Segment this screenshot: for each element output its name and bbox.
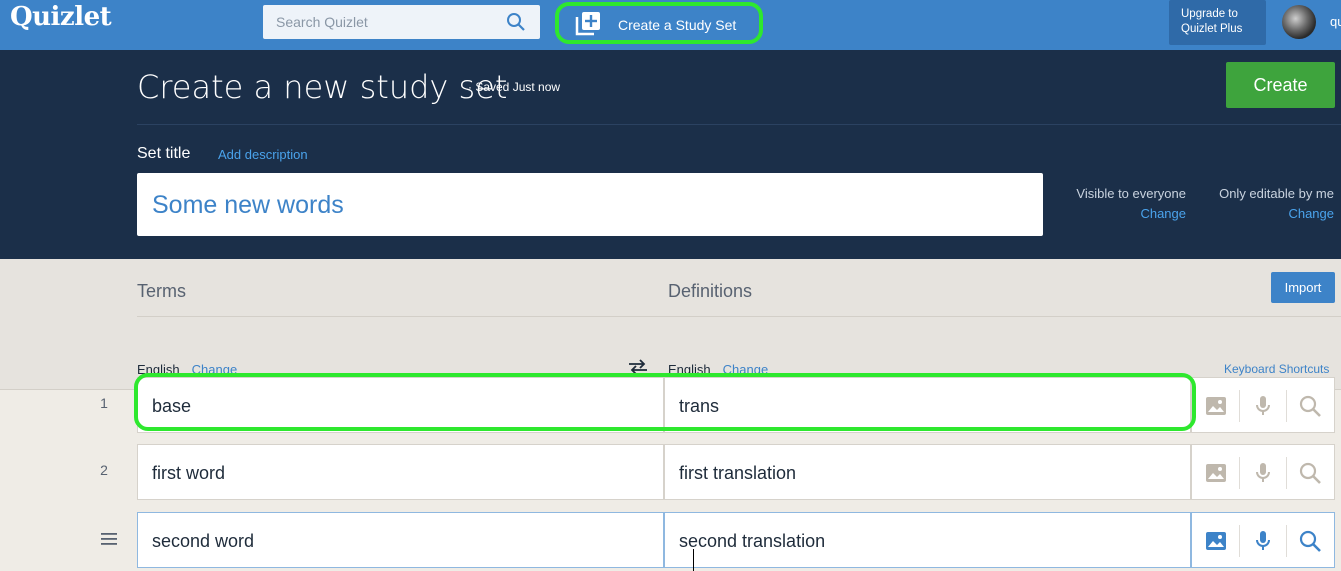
keyboard-shortcuts-link[interactable]: Keyboard Shortcuts <box>1224 362 1329 376</box>
image-icon[interactable] <box>1204 394 1228 418</box>
term-value: second word <box>152 531 255 551</box>
create-study-set-label: Create a Study Set <box>618 17 737 33</box>
search-icon[interactable] <box>1298 394 1322 418</box>
page-title: Create a new study set <box>137 68 508 106</box>
card-tools <box>1191 377 1335 433</box>
editability-setting: Only editable by me Change <box>1219 186 1334 221</box>
divider <box>1286 390 1287 422</box>
top-navigation-bar: Quizlet Search Quizlet Create a Study Se… <box>0 0 1341 50</box>
divider <box>1239 390 1240 422</box>
divider <box>137 316 1341 317</box>
upgrade-line-1: Upgrade to <box>1181 8 1238 20</box>
card-row: 2 first word first translation <box>0 444 1341 500</box>
add-description-link[interactable]: Add description <box>218 147 308 162</box>
search-icon[interactable] <box>1298 461 1322 485</box>
username[interactable]: qu <box>1330 14 1341 29</box>
quizlet-logo[interactable]: Quizlet <box>10 2 112 32</box>
visibility-change-link[interactable]: Change <box>1076 206 1186 221</box>
definitions-header: Definitions <box>668 281 753 301</box>
search-icon[interactable] <box>506 12 526 37</box>
visibility-setting: Visible to everyone Change <box>1076 186 1186 221</box>
image-icon[interactable] <box>1204 529 1228 553</box>
highlight-annotation <box>134 373 1196 431</box>
search-icon[interactable] <box>1298 529 1322 553</box>
divider <box>1286 457 1287 489</box>
avatar[interactable] <box>1282 5 1316 39</box>
card-number: 1 <box>100 395 108 411</box>
editability-change-link[interactable]: Change <box>1219 206 1334 221</box>
set-title-input[interactable]: Some new words <box>137 173 1043 236</box>
term-value: first word <box>152 463 226 483</box>
upgrade-button[interactable]: Upgrade to Quizlet Plus <box>1169 0 1266 45</box>
term-input[interactable]: first word <box>137 444 664 500</box>
term-input[interactable]: second word <box>137 512 664 568</box>
upgrade-line-2: Quizlet Plus <box>1181 23 1243 35</box>
microphone-icon[interactable] <box>1251 461 1275 485</box>
definition-value: first translation <box>679 463 797 483</box>
set-header: Create a new study set · Saved Just now … <box>0 50 1341 259</box>
create-button[interactable]: Create <box>1226 62 1335 108</box>
image-icon[interactable] <box>1204 461 1228 485</box>
divider <box>137 124 1341 125</box>
create-study-set-button[interactable]: Create a Study Set <box>555 2 763 44</box>
saved-status: · Saved Just now <box>468 80 561 94</box>
divider <box>1239 525 1240 557</box>
terms-header: Terms <box>137 281 186 301</box>
editability-label: Only editable by me <box>1219 186 1334 201</box>
set-title-value: Some new words <box>152 191 344 219</box>
card-tools <box>1191 444 1335 500</box>
definition-input[interactable]: first translation <box>664 444 1191 500</box>
visibility-label: Visible to everyone <box>1076 186 1186 201</box>
columns-header: Terms Definitions Import English Change E… <box>0 259 1341 390</box>
definition-value: second translation <box>679 531 826 551</box>
divider <box>1239 457 1240 489</box>
import-button[interactable]: Import <box>1271 272 1335 303</box>
set-title-label: Set title <box>137 145 191 162</box>
card-number: 2 <box>100 462 108 478</box>
card-tools <box>1191 512 1335 568</box>
card-row: second word second translation <box>0 512 1341 571</box>
search-input[interactable]: Search Quizlet <box>263 5 540 39</box>
microphone-icon[interactable] <box>1251 394 1275 418</box>
divider <box>1286 525 1287 557</box>
microphone-icon[interactable] <box>1251 529 1275 553</box>
drag-handle-icon[interactable] <box>101 532 117 550</box>
add-set-icon <box>573 10 603 43</box>
definition-input[interactable]: second translation <box>664 512 1191 571</box>
search-placeholder: Search Quizlet <box>276 14 368 30</box>
text-cursor <box>693 549 694 571</box>
